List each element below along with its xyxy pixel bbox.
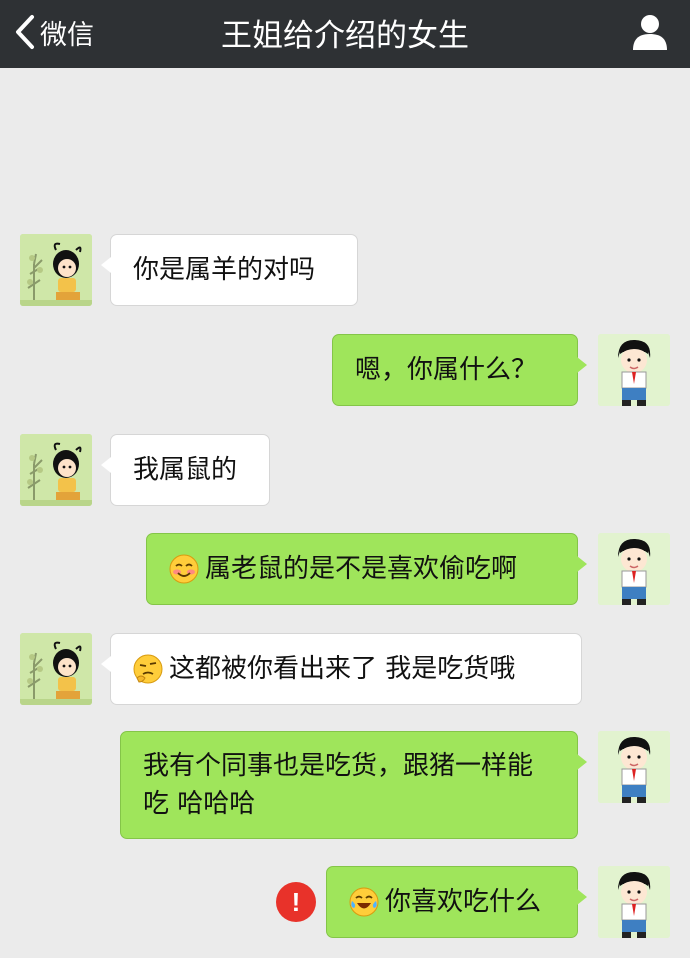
title-bar: 微信 王姐给介绍的女生	[0, 0, 690, 68]
laughing-crying-face-emoji-icon	[349, 887, 379, 917]
contact-avatar[interactable]	[20, 633, 92, 705]
incoming-message-bubble[interactable]: 我属鼠的	[101, 434, 270, 506]
message-text: 我属鼠的	[133, 455, 238, 485]
message-text: 你喜欢吃什么	[385, 887, 542, 917]
outgoing-message-bubble[interactable]: 属老鼠的是不是喜欢偷吃啊	[146, 533, 587, 605]
profile-button[interactable]	[630, 12, 670, 52]
contact-avatar[interactable]	[20, 234, 92, 306]
outgoing-message-bubble[interactable]: 你喜欢吃什么	[326, 866, 587, 938]
message-text: 我有个同事也是吃货，跟猪一样能吃 哈哈哈	[143, 751, 534, 819]
avatar-image	[20, 234, 92, 306]
outgoing-message-bubble[interactable]: 嗯，你属什么？	[332, 334, 587, 406]
avatar-image	[598, 731, 670, 803]
back-button[interactable]: 微信	[14, 10, 94, 54]
message-text: 嗯，你属什么？	[355, 355, 538, 385]
incoming-message-bubble[interactable]: 这都被你看出来了 我是吃货哦	[101, 633, 582, 705]
contact-avatar[interactable]	[20, 434, 92, 506]
my-avatar[interactable]	[598, 533, 670, 605]
thinking-face-emoji-icon	[133, 654, 163, 684]
avatar-image	[598, 334, 670, 406]
my-avatar[interactable]	[598, 334, 670, 406]
chat-title: 王姐给介绍的女生	[221, 17, 469, 54]
message-text: 你是属羊的对吗	[133, 255, 316, 285]
avatar-image	[20, 434, 92, 506]
outgoing-message-bubble[interactable]: 我有个同事也是吃货，跟猪一样能吃 哈哈哈	[120, 731, 587, 839]
my-avatar[interactable]	[598, 731, 670, 803]
my-avatar[interactable]	[598, 866, 670, 938]
back-label: 微信	[40, 19, 94, 51]
send-failed-icon[interactable]: !	[276, 882, 316, 922]
person-icon	[633, 15, 667, 50]
incoming-message-bubble[interactable]: 你是属羊的对吗	[101, 234, 358, 306]
avatar-image	[598, 866, 670, 938]
message-text: 属老鼠的是不是喜欢偷吃啊	[205, 554, 518, 584]
smiling-face-emoji-icon	[169, 554, 199, 584]
avatar-image	[598, 533, 670, 605]
message-text: 这都被你看出来了 我是吃货哦	[169, 654, 516, 684]
avatar-image	[20, 633, 92, 705]
chevron-left-icon	[16, 15, 34, 49]
